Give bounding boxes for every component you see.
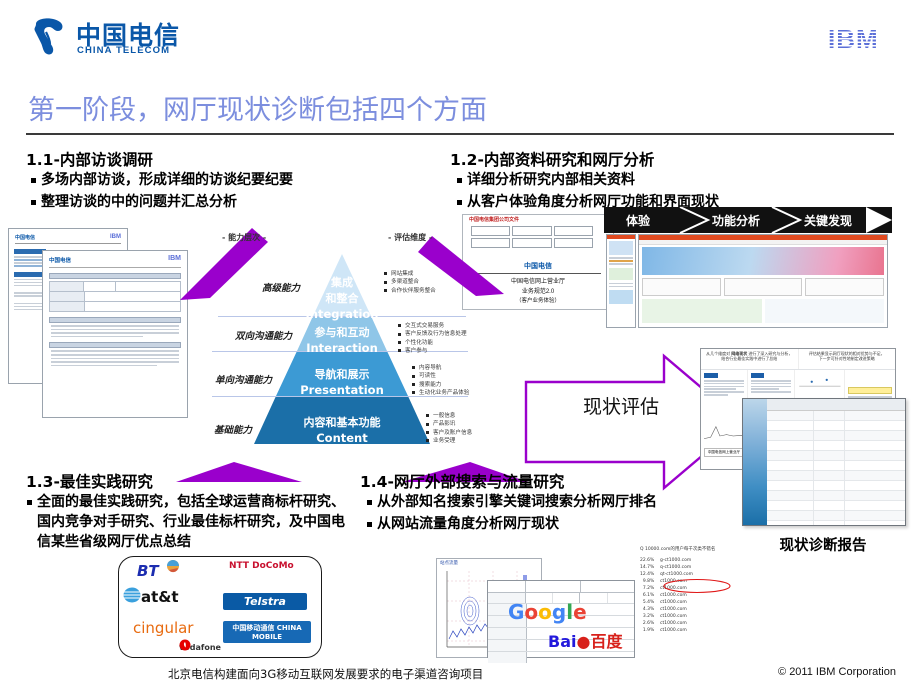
section-1-3-heading: 1.3-最佳实践研究 (26, 473, 153, 491)
pyramid-details-4: 网站集成 多渠道整合 合作伙伴服务整合 (384, 270, 436, 295)
cingular-logo: cingular (133, 619, 194, 637)
china-telecom-swoosh-icon (34, 18, 63, 55)
benchmark-operator-logo-box: BT NTT DoCoMo at&t Telstra cingular 中国移动… (118, 556, 322, 658)
slide-canvas: 中国电信 CHINA TELECOM IBM 第一阶段，网厅现状诊断包括四个方面… (0, 0, 920, 690)
telstra-logo: Telstra (223, 593, 307, 610)
capability-pyramid-diagram: - 能力层次 - - 评估维度 - 集成 和整合 Integration 参与和… (212, 232, 472, 472)
china-mobile-logo: 中国移动通信 CHINA MOBILE (223, 621, 311, 643)
red-highlight-ellipse (663, 578, 731, 594)
pyramid-detail-item: 产品影讯 (426, 420, 472, 428)
chevron-label-function-analysis: 功能分析 (712, 214, 761, 228)
purple-arrow-to-section-1-3 (176, 462, 302, 482)
pyramid-detail-item: 一般信息 (426, 412, 472, 420)
baidu-logo: Bai●百度 (548, 632, 623, 651)
doc-cover-top-label: 中国电信集团公司文件 (469, 217, 520, 223)
section-1-1-bullets: 多场内部访谈，形成详细的访谈纪要纪要 整理访谈的中的问题并汇总分析 (30, 170, 400, 214)
pyramid-detail-item: 客户及账户信息 (426, 429, 472, 437)
pyramid-detail-item: 生动化业务产品体验 (412, 389, 469, 397)
google-logo: Google (508, 600, 587, 624)
interview-doc-thumb-front: 中国电信 IBM (42, 250, 188, 418)
section-1-4-bullets: 从外部知名搜索引擎关键词搜索分析网厅排名 从网站流量角度分析网厅现状 (366, 492, 786, 536)
pyramid-level-label-2: 单向沟通能力 (214, 375, 272, 386)
section-1-1-heading: 1.1-内部访谈调研 (26, 151, 153, 169)
vodafone-speechmark-icon (179, 639, 191, 651)
section-1-3-bullets: 全面的最佳实践研究，包括全球运营商标杆研究、国内竞争对手研究、行业最佳标杆研究，… (26, 492, 348, 553)
diagnosis-report-thumb-front (742, 398, 906, 526)
pyramid-detail-item: 客户反馈及行为信息处理 (398, 330, 467, 338)
pyramid-detail-item: 合作伙伴服务整合 (384, 287, 436, 295)
list-item: 多场内部访谈，形成详细的访谈纪要纪要 (30, 170, 400, 191)
pyramid-level-label-4: 高级能力 (261, 283, 300, 294)
footer-copyright: © 2011 IBM Corporation (778, 666, 896, 678)
pyramid-details-3: 交互式交易服务 客户反馈及行为信息处理 个性化功能 客户参与 (398, 322, 467, 356)
status-assessment-label: 现状评估 (582, 396, 659, 418)
pyramid-level-label-1: 基础能力 (213, 425, 252, 436)
list-item: 全面的最佳实践研究，包括全球运营商标杆研究、国内竞争对手研究、行业最佳标杆研究，… (26, 492, 348, 552)
pyramid-detail-item: 网站集成 (384, 270, 436, 278)
pyramid-detail-item: 交互式交易服务 (398, 322, 467, 330)
section-1-2-heading: 1.2-内部资料研究和网厅分析 (450, 151, 655, 169)
experience-analysis-chevron-banner: 体验 功能分析 关键发现 (604, 207, 892, 233)
pyramid-right-header: - 评估维度 - (388, 232, 433, 242)
pyramid-detail-item: 多渠道整合 (384, 278, 436, 286)
ibm-logo-text: IBM (828, 24, 879, 54)
title-divider (26, 133, 894, 135)
china-telecom-name-en: CHINA TELECOM (77, 45, 171, 56)
website-thumb-main (638, 234, 888, 328)
list-item: 从外部知名搜索引擎关键词搜索分析网厅排名 (366, 492, 786, 513)
report-caption: 现状诊断报告 (779, 538, 867, 554)
pyramid-detail-item: 可读性 (412, 372, 469, 380)
list-item: 从网站流量角度分析网厅现状 (366, 514, 786, 535)
pyramid-details-2: 内容导航 可读性 搜索能力 生动化业务产品体验 (412, 364, 469, 398)
pyramid-detail-item: 业务受理 (426, 437, 472, 445)
pyramid-level-label-3: 双向沟通能力 (234, 331, 292, 342)
list-item: 详细分析研究内部相关资料 (456, 170, 886, 191)
pyramid-left-header: - 能力层次 - (222, 232, 267, 242)
att-globe-icon (123, 587, 141, 603)
footer-project-name: 北京电信构建面向3G移动互联网发展要求的电子渠道咨询项目 (168, 667, 484, 681)
att-logo: at&t (141, 588, 179, 606)
chevron-label-experience: 体验 (626, 214, 651, 228)
bt-globe-icon (167, 560, 179, 573)
page-title: 第一阶段，网厅现状诊断包括四个方面 (28, 95, 487, 126)
pyramid-separator-1 (218, 316, 466, 317)
pyramid-detail-item: 搜索能力 (412, 381, 469, 389)
ibm-logo: IBM (828, 26, 894, 53)
website-thumb-left (606, 234, 636, 328)
china-telecom-logo: 中国电信 CHINA TELECOM (30, 14, 215, 60)
pyramid-details-1: 一般信息 产品影讯 客户及账户信息 业务受理 (426, 412, 472, 446)
pyramid-detail-item: 内容导航 (412, 364, 469, 372)
docomo-logo: NTT DoCoMo (229, 561, 294, 571)
pyramid-detail-item: 个性化功能 (398, 339, 467, 347)
pyramid-detail-item: 客户参与 (398, 347, 467, 355)
list-item: 整理访谈的中的问题并汇总分析 (30, 192, 400, 213)
chevron-label-key-findings: 关键发现 (804, 214, 853, 228)
bt-logo: BT (137, 562, 159, 580)
